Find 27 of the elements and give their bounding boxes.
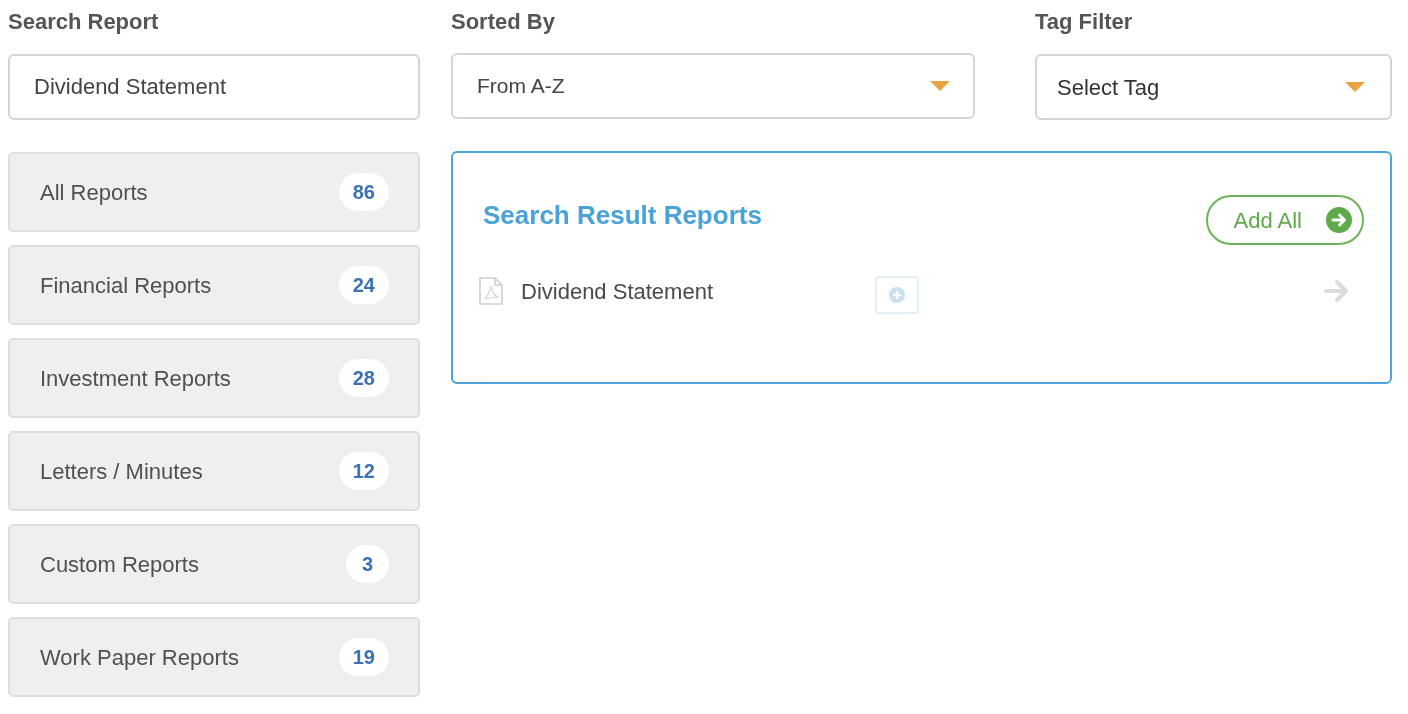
search-field[interactable]: Dividend Statement: [8, 54, 420, 120]
field-label: Tag Filter: [1035, 8, 1133, 36]
count-badge: 24: [338, 266, 389, 304]
count-badge: 86: [338, 173, 389, 211]
sort-dropdown[interactable]: From A-Z: [451, 53, 975, 119]
add-button[interactable]: [875, 276, 919, 314]
category-item[interactable]: Financial Reports 24: [8, 245, 420, 325]
field-label: Search Report: [8, 8, 159, 36]
count-badge: 28: [338, 359, 389, 397]
category-item[interactable]: Letters / Minutes 12: [8, 431, 420, 511]
arrow-right-icon[interactable]: [1324, 279, 1350, 303]
pdf-file-icon: [479, 277, 503, 305]
field-label: Sorted By: [451, 8, 555, 36]
arrow-circle-icon: [1326, 207, 1352, 233]
caret-icon: [930, 81, 950, 91]
category-item[interactable]: Work Paper Reports 19: [8, 617, 420, 697]
count-badge: 3: [346, 545, 389, 583]
category-item[interactable]: Investment Reports 28: [8, 338, 420, 418]
count-badge: 19: [338, 638, 389, 676]
report-name: Dividend Statement: [521, 277, 713, 306]
tag-dropdown[interactable]: Select Tag: [1035, 54, 1392, 120]
count-badge: 12: [338, 452, 389, 490]
category-item[interactable]: All Reports 86: [8, 152, 420, 232]
caret-icon: [1345, 82, 1365, 92]
plus-circle-icon: [889, 287, 905, 303]
category-item[interactable]: Custom Reports 3: [8, 524, 420, 604]
panel-title: Search Result Reports: [483, 199, 762, 232]
